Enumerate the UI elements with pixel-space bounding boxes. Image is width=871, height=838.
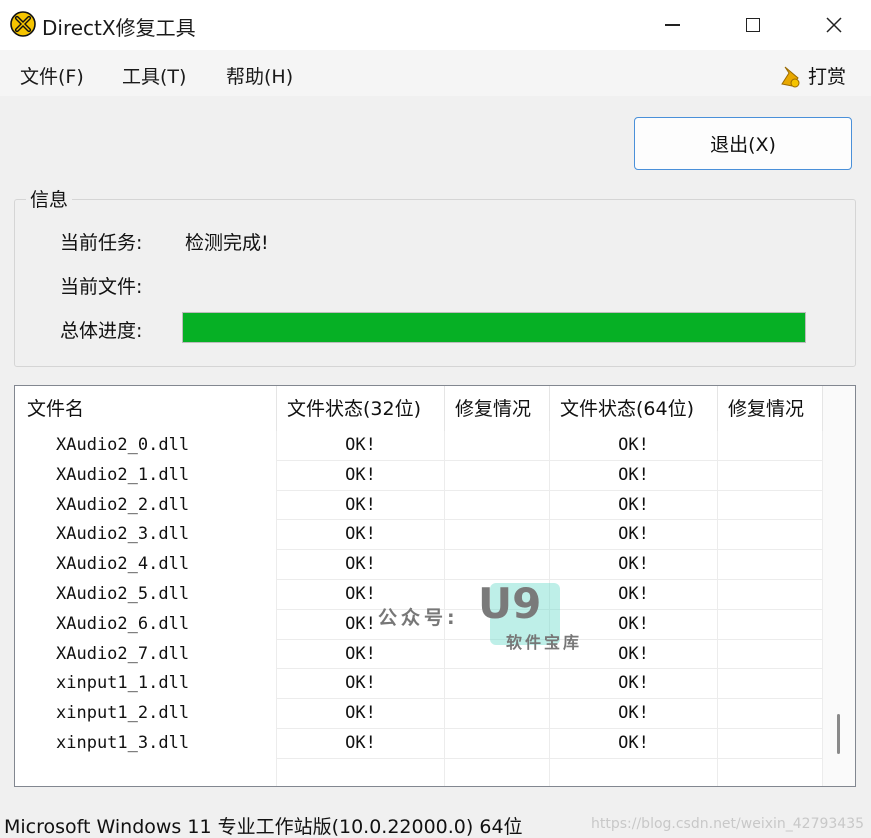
os-version-text: Microsoft Windows 11 专业工作站版(10.0.22000.0… (4, 816, 523, 838)
fix-64-cell (718, 699, 823, 729)
fix-64-cell (718, 758, 823, 786)
status-32-cell: OK! (277, 699, 445, 729)
table-row[interactable]: XAudio2_2.dll OK! OK! (15, 490, 823, 521)
overall-progress-label: 总体进度: (60, 320, 143, 342)
filename-cell: XAudio2_0.dll (15, 431, 277, 461)
watermark-logo: U9 (478, 579, 542, 628)
title-bar: DirectX修复工具 (0, 0, 871, 50)
donate-label: 打赏 (808, 66, 847, 88)
filename-cell: xinput1_2.dll (15, 699, 277, 729)
status-32-cell: OK! (277, 550, 445, 580)
current-task-value: 检测完成! (185, 232, 269, 254)
minimize-icon (664, 24, 680, 26)
filename-cell (15, 758, 277, 786)
fix-64-cell (718, 490, 823, 521)
table-row[interactable]: xinput1_3.dll OK! OK! (15, 728, 823, 759)
table-row[interactable]: XAudio2_1.dll OK! OK! (15, 460, 823, 491)
fix-64-cell (718, 460, 823, 491)
coin-bag-icon (781, 66, 800, 87)
status-64-cell: OK! (550, 431, 718, 461)
status-32-cell (277, 758, 445, 786)
menu-file[interactable]: 文件(F) (20, 62, 84, 89)
vertical-scrollbar[interactable] (823, 386, 855, 786)
menu-help[interactable]: 帮助(H) (226, 62, 293, 89)
menu-bar: 文件(F) 工具(T) 帮助(H) 打赏 (0, 50, 871, 96)
table-row[interactable]: xinput1_1.dll OK! OK! (15, 669, 823, 700)
status-64-cell: OK! (550, 460, 718, 491)
filename-cell: xinput1_1.dll (15, 669, 277, 700)
fix-32-cell (445, 550, 550, 580)
current-file-label: 当前文件: (60, 276, 143, 298)
scrollbar-thumb[interactable] (837, 714, 840, 754)
fix-32-cell (445, 520, 550, 551)
filename-cell: XAudio2_2.dll (15, 490, 277, 521)
status-32-cell: OK! (277, 460, 445, 491)
status-64-cell: OK! (550, 669, 718, 700)
status-32-cell: OK! (277, 431, 445, 461)
progress-fill (183, 313, 805, 342)
filename-cell: XAudio2_5.dll (15, 579, 277, 610)
filename-cell: XAudio2_7.dll (15, 639, 277, 670)
status-32-cell: OK! (277, 520, 445, 551)
status-bar: Microsoft Windows 11 专业工作站版(10.0.22000.0… (0, 806, 871, 838)
fix-64-cell (718, 609, 823, 640)
table-row[interactable]: XAudio2_3.dll OK! OK! (15, 520, 823, 551)
status-64-cell: OK! (550, 699, 718, 729)
status-64-cell: OK! (550, 728, 718, 759)
fix-32-cell (445, 669, 550, 700)
minimize-button[interactable] (636, 0, 708, 50)
table-row[interactable] (15, 758, 823, 786)
fix-64-cell (718, 550, 823, 580)
watermark-label: 公众号: (378, 607, 459, 629)
fix-32-cell (445, 728, 550, 759)
filename-cell: XAudio2_3.dll (15, 520, 277, 551)
header-status-32[interactable]: 文件状态(32位) (277, 386, 445, 431)
overall-progress-bar (182, 312, 806, 343)
fix-64-cell (718, 520, 823, 551)
table-row[interactable]: XAudio2_4.dll OK! OK! (15, 550, 823, 580)
close-icon (826, 17, 842, 33)
maximize-button[interactable] (717, 0, 789, 50)
fix-64-cell (718, 669, 823, 700)
filename-cell: XAudio2_1.dll (15, 460, 277, 491)
status-64-cell: OK! (550, 490, 718, 521)
status-32-cell: OK! (277, 490, 445, 521)
url-watermark: https://blog.csdn.net/weixin_42793435 (591, 816, 865, 832)
current-task-label: 当前任务: (60, 232, 143, 254)
filename-cell: XAudio2_6.dll (15, 609, 277, 640)
table-row[interactable]: xinput1_2.dll OK! OK! (15, 699, 823, 729)
header-fix-64[interactable]: 修复情况 (718, 386, 823, 431)
fix-32-cell (445, 490, 550, 521)
fix-32-cell (445, 699, 550, 729)
fix-32-cell (445, 431, 550, 461)
directx-app-icon (10, 11, 36, 37)
filename-cell: XAudio2_4.dll (15, 550, 277, 580)
window-title: DirectX修复工具 (42, 16, 196, 40)
status-64-cell (550, 758, 718, 786)
maximize-icon (746, 18, 760, 32)
fix-32-cell (445, 460, 550, 491)
fix-32-cell (445, 758, 550, 786)
menu-tools[interactable]: 工具(T) (122, 62, 186, 89)
wechat-watermark: 公众号: U9 软件宝库 (378, 579, 598, 652)
header-fix-32[interactable]: 修复情况 (445, 386, 550, 431)
donate-button[interactable]: 打赏 (778, 62, 846, 89)
status-32-cell: OK! (277, 669, 445, 700)
filename-cell: xinput1_3.dll (15, 728, 277, 759)
table-row[interactable]: XAudio2_0.dll OK! OK! (15, 431, 823, 461)
fix-64-cell (718, 579, 823, 610)
list-header: 文件名 文件状态(32位) 修复情况 文件状态(64位) 修复情况 (15, 386, 823, 431)
info-legend: 信息 (26, 185, 73, 212)
watermark-subtitle: 软件宝库 (506, 633, 583, 652)
status-64-cell: OK! (550, 550, 718, 580)
fix-64-cell (718, 728, 823, 759)
header-filename[interactable]: 文件名 (15, 386, 277, 431)
status-32-cell: OK! (277, 728, 445, 759)
fix-64-cell (718, 431, 823, 461)
close-button[interactable] (798, 0, 870, 50)
status-64-cell: OK! (550, 520, 718, 551)
header-status-64[interactable]: 文件状态(64位) (550, 386, 718, 431)
exit-button[interactable]: 退出(X) (634, 117, 852, 170)
fix-64-cell (718, 639, 823, 670)
